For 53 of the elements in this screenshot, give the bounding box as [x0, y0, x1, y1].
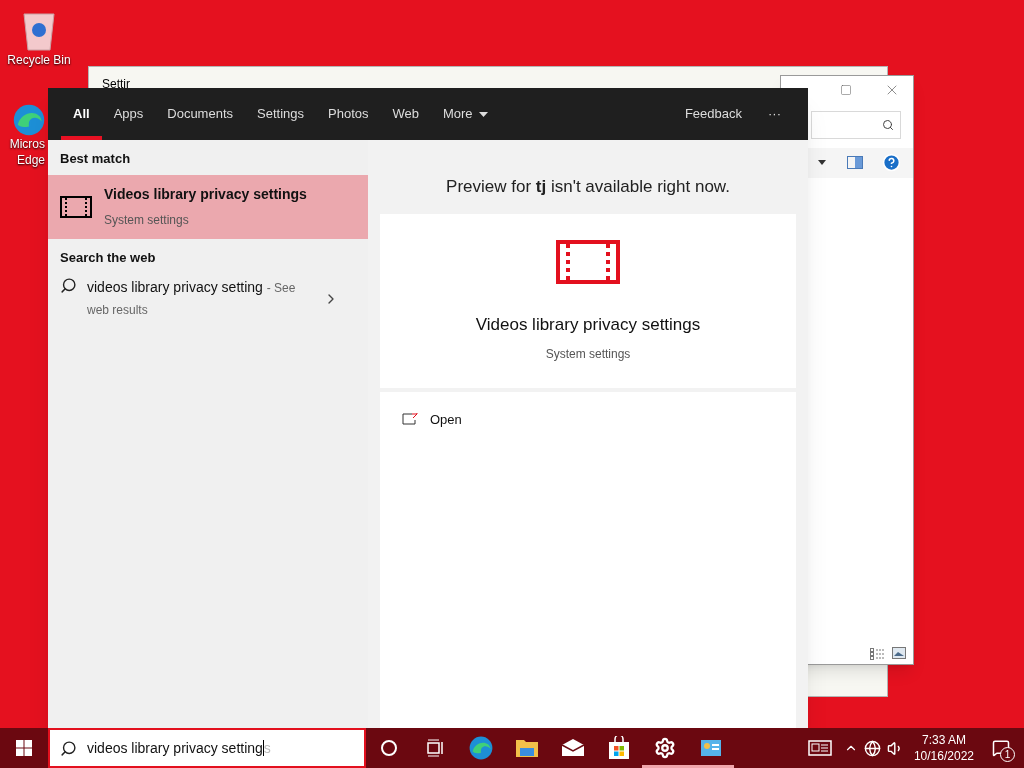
gear-icon — [654, 737, 676, 759]
windows-logo-icon — [16, 740, 32, 756]
envelope-icon — [561, 739, 585, 757]
filter-tab[interactable]: Documents — [155, 88, 245, 140]
search-field[interactable] — [811, 111, 901, 139]
desktop-icon-label[interactable]: Micros — [9, 136, 45, 152]
result-title: Videos library privacy settings — [104, 185, 307, 204]
open-action[interactable]: Open — [402, 409, 774, 429]
help-icon[interactable] — [882, 153, 901, 172]
web-result-text: videos library privacy setting - See web results — [87, 278, 297, 319]
more-options-button[interactable]: ··· — [754, 88, 795, 140]
clock-date: 10/16/2022 — [913, 748, 974, 764]
preview-subtitle: System settings — [545, 346, 631, 363]
notification-icon[interactable] — [992, 739, 1010, 757]
search-icon — [60, 739, 77, 757]
large-icons-view-icon[interactable] — [892, 647, 906, 659]
notification-badge: 1 — [1000, 747, 1015, 762]
preview-notice: Preview for tj isn't available right now. — [445, 176, 731, 198]
filter-tab[interactable]: More — [431, 88, 500, 140]
details-view-icon[interactable] — [870, 648, 886, 660]
section-heading: Search the web — [59, 248, 157, 267]
filter-tab[interactable]: Settings — [245, 88, 316, 140]
film-icon — [60, 195, 92, 218]
clock-time: 7:33 AM — [921, 732, 966, 748]
web-search-result[interactable]: videos library privacy setting - See web results — [48, 277, 368, 321]
film-icon — [556, 239, 620, 284]
globe-icon[interactable] — [863, 739, 881, 757]
edge-icon[interactable] — [13, 104, 45, 136]
shopping-bag-icon — [608, 736, 630, 760]
preview-pane-icon[interactable] — [847, 156, 863, 169]
search-icon — [60, 277, 77, 294]
edge-icon — [469, 736, 493, 760]
filter-tab[interactable]: Photos — [316, 88, 381, 140]
folder-icon — [515, 738, 539, 758]
result-subtitle: System settings — [104, 212, 190, 229]
dropdown-icon[interactable] — [818, 160, 826, 165]
preview-title: Videos library privacy settings — [475, 313, 701, 336]
caret-icon — [478, 111, 488, 117]
control-panel-icon — [700, 738, 722, 758]
desktop-icon-label[interactable]: Recycle Bin — [7, 52, 71, 68]
section-heading: Best match — [59, 150, 132, 168]
taskbar-search-field[interactable]: videos library privacy settings — [48, 728, 366, 768]
search-query: videos library privacy settings — [87, 738, 271, 758]
news-icon[interactable] — [807, 740, 832, 756]
task-view-icon — [426, 739, 444, 757]
search-icon — [882, 119, 894, 131]
filter-tab[interactable]: Web — [380, 88, 431, 140]
open-icon — [402, 413, 418, 426]
feedback-button[interactable]: Feedback — [672, 88, 754, 140]
best-match-result[interactable]: Videos library privacy settings System settings — [48, 174, 368, 239]
clock[interactable]: 7:33 AM 10/16/2022 — [909, 732, 978, 764]
desktop-icon-label[interactable]: Edge — [16, 152, 45, 168]
circle-icon — [380, 739, 398, 757]
